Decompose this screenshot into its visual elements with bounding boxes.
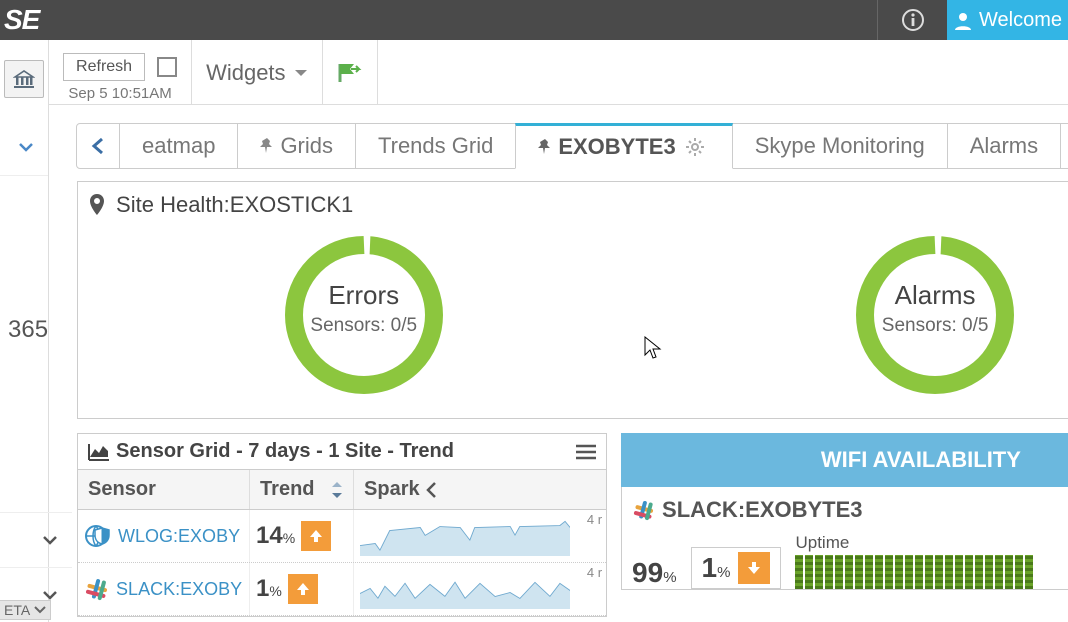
chevron-down-icon: [18, 139, 34, 155]
alarms-gauge[interactable]: Alarms Sensors: 0/5: [850, 230, 1020, 400]
location-pin-icon: [88, 194, 106, 216]
sensor-trend: 14%: [250, 510, 354, 562]
welcome-label: Welcome: [979, 9, 1062, 32]
gear-icon[interactable]: [686, 138, 704, 156]
tab-trends-grid[interactable]: Trends Grid: [355, 123, 516, 169]
sensor-grid-title: Sensor Grid - 7 days - 1 Site - Trend: [116, 440, 454, 463]
wifi-sensor-name[interactable]: SLACK:EXOBYTE3: [632, 497, 1068, 523]
sensor-trend: 1%: [250, 563, 354, 615]
sensor-grid-header: Sensor Trend Spark: [78, 470, 606, 510]
alarms-gauge-sub: Sensors: 0/5: [850, 315, 1020, 337]
tab-skype[interactable]: Skype Monitoring: [732, 123, 948, 169]
sensor-spark[interactable]: 4 r: [354, 510, 606, 562]
tab-alarms[interactable]: Alarms: [947, 123, 1061, 169]
pin-icon: [260, 138, 274, 154]
sparkline-chart: [360, 569, 570, 609]
tabs-wrap: eatmap Grids Trends Grid EXOBYTE3 Skype …: [49, 105, 1068, 169]
site-health-panel: Site Health: EXOSTICK1 Errors Sensors: 0…: [77, 181, 1068, 419]
sort-icon: [331, 481, 343, 499]
arrow-up-icon: [295, 581, 311, 597]
sensor-name[interactable]: SLACK:EXOBY: [78, 563, 250, 615]
col-sensor[interactable]: Sensor: [78, 470, 250, 509]
auto-refresh-checkbox[interactable]: [157, 57, 177, 77]
arrow-up-icon: [308, 528, 324, 544]
sensor-grid-panel: Sensor Grid - 7 days - 1 Site - Trend Se…: [77, 433, 607, 617]
refresh-cell: Refresh Sep 5 10:51AM: [49, 40, 192, 105]
user-icon: [953, 10, 973, 30]
tab-errors[interactable]: Errors: [1060, 123, 1068, 169]
site-health-site: EXOSTICK1: [230, 192, 353, 218]
pin-icon: [538, 139, 552, 155]
logo-fragment: SE: [0, 4, 39, 36]
chevron-down-icon: [34, 604, 46, 616]
wifi-uptime-pct: 99%: [632, 557, 677, 589]
trend-down-badge: [738, 552, 770, 584]
bank-icon: [13, 69, 35, 89]
errors-gauge[interactable]: Errors Sensors: 0/5: [279, 230, 449, 400]
widgets-dropdown[interactable]: Widgets: [192, 40, 322, 105]
sidebar-collapse-1[interactable]: [0, 118, 48, 176]
flag-export-icon: [337, 61, 363, 85]
col-trend[interactable]: Trend: [250, 470, 354, 509]
caret-down-icon: [294, 66, 308, 80]
arrow-down-icon: [746, 560, 762, 576]
site-health-header: Site Health: EXOSTICK1: [78, 192, 1068, 218]
hamburger-icon[interactable]: [576, 444, 596, 460]
globe-shield-icon: [84, 522, 112, 550]
sensor-spark[interactable]: 4 r: [354, 563, 606, 615]
sidebar-365: 365: [0, 176, 48, 344]
sparkline-chart: [360, 516, 570, 556]
tab-exobyte3[interactable]: EXOBYTE3: [515, 123, 732, 169]
errors-gauge-sub: Sensors: 0/5: [279, 315, 449, 337]
sensor-name[interactable]: WLOG:EXOBY: [78, 510, 250, 562]
tab-prev[interactable]: [76, 123, 120, 169]
alarms-gauge-title: Alarms: [850, 280, 1020, 311]
widgets-label: Widgets: [206, 60, 285, 86]
chevron-left-icon: [91, 137, 105, 155]
wifi-panel: WIFI AVAILABILITY SLACK:EXOBYTE3 99% 1%: [621, 433, 1068, 617]
topbar: SE Welcome: [0, 0, 1068, 40]
spark-label: 4 r: [587, 565, 602, 580]
bank-button[interactable]: [4, 60, 44, 98]
site-health-title: Site Health:: [116, 192, 230, 218]
slack-icon: [632, 498, 656, 522]
welcome-box[interactable]: Welcome: [947, 0, 1068, 40]
tab-label: EXOBYTE3: [558, 134, 675, 160]
info-icon: [901, 8, 925, 32]
lower-panels: Sensor Grid - 7 days - 1 Site - Trend Se…: [77, 433, 1068, 617]
uptime-bars[interactable]: [795, 555, 1068, 589]
info-icon-box[interactable]: [877, 0, 947, 40]
tab-heatmap[interactable]: eatmap: [119, 123, 238, 169]
slack-icon: [84, 576, 110, 602]
sensor-row: WLOG:EXOBY 14% 4 r: [78, 510, 606, 563]
tabs: eatmap Grids Trends Grid EXOBYTE3 Skype …: [77, 123, 1068, 169]
chevron-left-icon: [426, 482, 438, 498]
uptime-column: Uptime: [795, 533, 1068, 589]
uptime-label: Uptime: [795, 533, 1068, 553]
topbar-right: Welcome: [877, 0, 1068, 40]
area-chart-icon: [88, 443, 110, 461]
wifi-change-box: 1%: [691, 547, 782, 589]
export-button[interactable]: [323, 40, 378, 105]
main-content: Refresh Sep 5 10:51AM Widgets: [49, 40, 1068, 622]
toolbar: Refresh Sep 5 10:51AM Widgets: [49, 40, 1068, 105]
refresh-timestamp: Sep 5 10:51AM: [68, 85, 171, 102]
col-spark[interactable]: Spark: [354, 470, 606, 509]
refresh-button[interactable]: Refresh: [63, 53, 145, 81]
eta-badge: ETA: [0, 600, 51, 620]
tab-grids[interactable]: Grids: [237, 123, 356, 169]
spark-label: 4 r: [587, 512, 602, 527]
trend-up-badge: [288, 574, 318, 604]
left-sidebar: 365 ETA: [0, 40, 49, 622]
sensor-row: SLACK:EXOBY 1% 4 r: [78, 563, 606, 616]
trend-up-badge: [301, 521, 331, 551]
wifi-title: WIFI AVAILABILITY: [621, 433, 1068, 487]
tab-label: Grids: [280, 133, 333, 159]
errors-gauge-title: Errors: [279, 280, 449, 311]
sensor-grid-title-bar: Sensor Grid - 7 days - 1 Site - Trend: [78, 434, 606, 470]
